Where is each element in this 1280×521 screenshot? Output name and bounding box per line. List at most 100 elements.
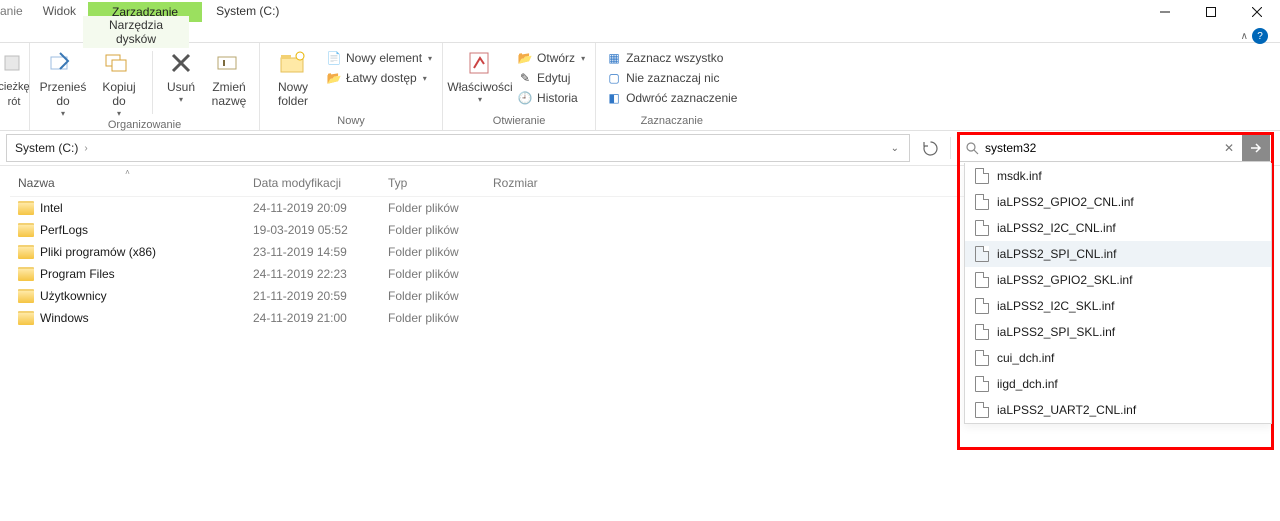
history-button[interactable]: 🕘Historia — [515, 89, 587, 107]
search-input[interactable] — [985, 141, 1218, 155]
ribbon: cieżkę rót Przenieś do▾ Kopiuj do▾ Usuń▾ — [0, 42, 1280, 131]
search-suggestion[interactable]: iaLPSS2_I2C_SKL.inf — [965, 293, 1271, 319]
new-item-button[interactable]: 📄Nowy element▾ — [324, 49, 434, 67]
ribbon-collapse-icon[interactable]: ∧ — [1241, 31, 1248, 42]
rename-button[interactable]: Zmień nazwę — [207, 47, 251, 109]
document-icon — [975, 298, 989, 314]
help-icon[interactable]: ? — [1252, 28, 1268, 44]
move-to-button[interactable]: Przenieś do▾ — [38, 47, 88, 118]
select-all-icon: ▦ — [606, 50, 622, 66]
suggestion-label: msdk.inf — [997, 169, 1042, 183]
folder-icon — [18, 245, 34, 259]
group-open: Właściwości▾ 📂Otwórz▾ ✎Edytuj 🕘Historia … — [443, 43, 596, 130]
search-icon — [966, 142, 979, 155]
file-size — [485, 294, 605, 298]
suggestion-label: iaLPSS2_I2C_CNL.inf — [997, 221, 1116, 235]
search-suggestion[interactable]: iaLPSS2_GPIO2_CNL.inf — [965, 189, 1271, 215]
address-bar[interactable]: System (C:) › ⌄ — [6, 134, 910, 162]
refresh-button[interactable] — [916, 134, 944, 162]
group-new: Nowy folder 📄Nowy element▾ 📂Łatwy dostęp… — [260, 43, 443, 130]
document-icon — [975, 272, 989, 288]
search-suggestion[interactable]: iaLPSS2_GPIO2_SKL.inf — [965, 267, 1271, 293]
file-date: 19-03-2019 05:52 — [245, 221, 380, 239]
shortcut-partial-label: cieżkę — [0, 81, 30, 94]
select-none-button[interactable]: ▢Nie zaznaczaj nic — [604, 69, 739, 87]
column-date[interactable]: Data modyfikacji — [245, 170, 380, 196]
search-go-button[interactable] — [1242, 135, 1270, 161]
document-icon — [975, 350, 989, 366]
breadcrumb-root[interactable]: System (C:) — [15, 141, 78, 155]
file-date: 24-11-2019 22:23 — [245, 265, 380, 283]
delete-icon — [165, 47, 197, 79]
tab-partial-left: anie — [0, 1, 31, 22]
edit-button[interactable]: ✎Edytuj — [515, 69, 587, 87]
invert-selection-button[interactable]: ◧Odwróć zaznaczenie — [604, 89, 739, 107]
move-to-icon — [47, 47, 79, 79]
document-icon — [975, 246, 989, 262]
select-all-button[interactable]: ▦Zaznacz wszystko — [604, 49, 739, 67]
column-size[interactable]: Rozmiar — [485, 170, 605, 196]
file-type: Folder plików — [380, 243, 485, 261]
suggestion-label: cui_dch.inf — [997, 351, 1054, 365]
properties-button[interactable]: Właściwości▾ — [451, 47, 509, 104]
new-item-icon: 📄 — [326, 50, 342, 66]
search-suggestion[interactable]: msdk.inf — [965, 163, 1271, 189]
file-size — [485, 272, 605, 276]
file-size — [485, 206, 605, 210]
file-type: Folder plików — [380, 265, 485, 283]
search-suggestion[interactable]: iaLPSS2_SPI_SKL.inf — [965, 319, 1271, 345]
suggestion-label: iigd_dch.inf — [997, 377, 1058, 391]
group-select: ▦Zaznacz wszystko ▢Nie zaznaczaj nic ◧Od… — [596, 43, 747, 130]
file-type: Folder plików — [380, 199, 485, 217]
copy-to-button[interactable]: Kopiuj do▾ — [94, 47, 144, 118]
delete-button[interactable]: Usuń▾ — [161, 47, 201, 104]
file-name: Użytkownicy — [40, 289, 107, 303]
suggestion-label: iaLPSS2_I2C_SKL.inf — [997, 299, 1114, 313]
open-icon: 📂 — [517, 50, 533, 66]
navbar: System (C:) › ⌄ ✕ msdk.infiaLPSS2_GPIO2_… — [0, 131, 1280, 166]
properties-icon — [464, 47, 496, 79]
file-date: 23-11-2019 14:59 — [245, 243, 380, 261]
tab-view[interactable]: Widok — [31, 1, 88, 22]
search-suggestion[interactable]: iaLPSS2_I2C_CNL.inf — [965, 215, 1271, 241]
file-type: Folder plików — [380, 221, 485, 239]
group-open-label: Otwieranie — [451, 114, 587, 128]
new-folder-button[interactable]: Nowy folder — [268, 47, 318, 109]
column-type[interactable]: Typ — [380, 170, 485, 196]
search-suggestions: msdk.inf iaLPSS2_GPIO2_CNL.inf iaLPSS2_I2C… — [964, 163, 1272, 424]
file-date: 21-11-2019 20:59 — [245, 287, 380, 305]
folder-icon — [18, 267, 34, 281]
minimize-button[interactable] — [1142, 0, 1188, 23]
open-button[interactable]: 📂Otwórz▾ — [515, 49, 587, 67]
search-suggestion[interactable]: iaLPSS2_SPI_CNL.inf — [965, 241, 1271, 267]
folder-icon — [18, 223, 34, 237]
file-name: Program Files — [40, 267, 115, 281]
chevron-right-icon[interactable]: › — [78, 143, 93, 154]
clear-search-button[interactable]: ✕ — [1218, 141, 1240, 155]
group-new-label: Nowy — [268, 114, 434, 128]
folder-icon — [18, 289, 34, 303]
search-box[interactable]: ✕ msdk.infiaLPSS2_GPIO2_CNL.infiaLPSS2_I… — [957, 134, 1272, 162]
shortcut-partial-label2: rót — [8, 96, 21, 109]
suggestion-label: iaLPSS2_GPIO2_CNL.inf — [997, 195, 1134, 209]
edit-icon: ✎ — [517, 70, 533, 86]
copy-to-icon — [103, 47, 135, 79]
maximize-button[interactable] — [1188, 0, 1234, 23]
search-suggestion[interactable]: iigd_dch.inf — [965, 371, 1271, 397]
file-date: 24-11-2019 21:00 — [245, 309, 380, 327]
suggestion-label: iaLPSS2_SPI_SKL.inf — [997, 325, 1115, 339]
document-icon — [975, 220, 989, 236]
suggestion-label: iaLPSS2_UART2_CNL.inf — [997, 403, 1136, 417]
shortcut-partial-icon — [0, 47, 30, 79]
window-title: System (C:) — [202, 0, 289, 20]
close-button[interactable] — [1234, 0, 1280, 23]
file-name: Windows — [40, 311, 89, 325]
search-suggestion[interactable]: iaLPSS2_UART2_CNL.inf — [965, 397, 1271, 423]
address-dropdown-icon[interactable]: ⌄ — [887, 143, 903, 154]
easy-access-button[interactable]: 📂Łatwy dostęp▾ — [324, 69, 434, 87]
search-suggestion[interactable]: cui_dch.inf — [965, 345, 1271, 371]
document-icon — [975, 324, 989, 340]
document-icon — [975, 194, 989, 210]
column-name[interactable]: ˄Nazwa — [10, 170, 245, 196]
file-size — [485, 250, 605, 254]
